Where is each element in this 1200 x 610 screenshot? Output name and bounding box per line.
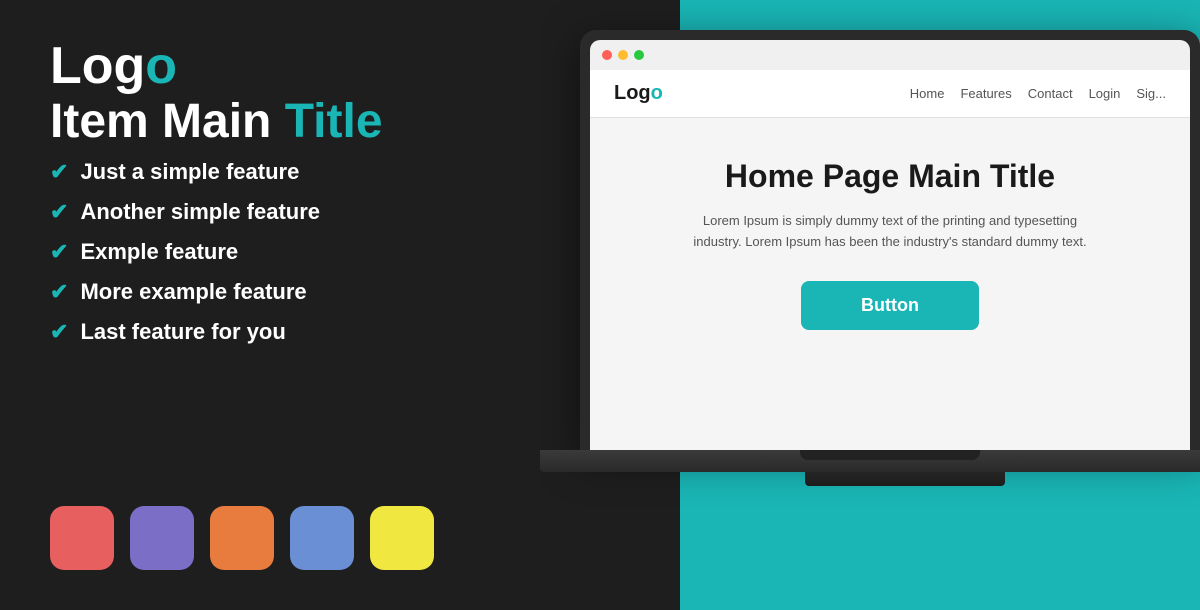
red-swatch[interactable] [50,506,114,570]
browser-dot-green [634,50,644,60]
website-nav: Logo Home Features Contact Login Sig... [590,70,1190,118]
logo-section: Logo Item Main Title [50,40,490,149]
blue-swatch[interactable] [290,506,354,570]
list-item: ✔ More example feature [50,279,490,305]
features-list: ✔ Just a simple feature ✔ Another simple… [50,159,490,345]
feature-label: Another simple feature [80,199,320,225]
website-logo-accent: o [651,82,663,104]
website-nav-links: Home Features Contact Login Sig... [910,86,1166,101]
left-panel: Logo Item Main Title ✔ Just a simple fea… [0,0,540,610]
check-icon: ✔ [50,199,68,225]
laptop-mockup: Logo Home Features Contact Login Sig... … [580,30,1200,580]
website-logo: Logo [614,82,663,105]
title-accent: Title [285,95,383,148]
logo-accent: o [145,37,177,95]
laptop-stand [805,472,1005,486]
feature-label: Just a simple feature [80,159,299,185]
yellow-swatch[interactable] [370,506,434,570]
list-item: ✔ Just a simple feature [50,159,490,185]
nav-signup[interactable]: Sig... [1136,86,1166,101]
main-title: Item Main Title [50,96,490,149]
nav-contact[interactable]: Contact [1028,86,1073,101]
check-icon: ✔ [50,159,68,185]
laptop-base [540,450,1200,472]
check-icon: ✔ [50,319,68,345]
laptop-screen-outer: Logo Home Features Contact Login Sig... … [580,30,1200,450]
website-page-title: Home Page Main Title [620,158,1160,195]
website-content: Logo Home Features Contact Login Sig... … [590,70,1190,450]
feature-label: Last feature for you [80,319,285,345]
check-icon: ✔ [50,239,68,265]
website-cta-button[interactable]: Button [801,281,979,330]
list-item: ✔ Another simple feature [50,199,490,225]
nav-login[interactable]: Login [1089,86,1121,101]
website-paragraph: Lorem Ipsum is simply dummy text of the … [690,211,1090,253]
check-icon: ✔ [50,279,68,305]
right-panel: Logo Home Features Contact Login Sig... … [540,0,1200,610]
browser-dot-yellow [618,50,628,60]
orange-swatch[interactable] [210,506,274,570]
top-content: Logo Item Main Title ✔ Just a simple fea… [50,40,490,359]
list-item: ✔ Exmple feature [50,239,490,265]
feature-label: More example feature [80,279,306,305]
logo-text: Logo [50,40,490,92]
feature-label: Exmple feature [80,239,238,265]
color-swatches [50,506,490,570]
browser-bar [590,40,1190,70]
browser-dot-red [602,50,612,60]
nav-features[interactable]: Features [960,86,1011,101]
laptop-screen-bezel: Logo Home Features Contact Login Sig... … [590,40,1190,450]
list-item: ✔ Last feature for you [50,319,490,345]
nav-home[interactable]: Home [910,86,945,101]
website-main: Home Page Main Title Lorem Ipsum is simp… [590,118,1190,370]
purple-swatch[interactable] [130,506,194,570]
laptop-notch [800,450,980,460]
